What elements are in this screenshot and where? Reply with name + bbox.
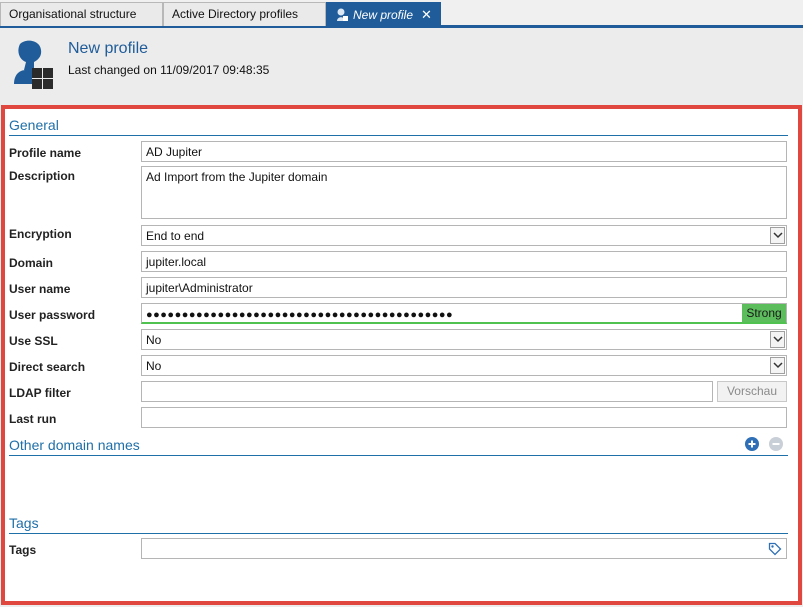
password-strength-badge: Strong — [742, 304, 786, 322]
section-heading: General — [9, 117, 59, 133]
tab-bar: Organisational structure Active Director… — [0, 0, 803, 28]
plus-circle-icon[interactable] — [745, 437, 759, 451]
section-heading: Other domain names — [9, 437, 140, 453]
direct-search-value: No — [146, 359, 162, 373]
tab-label: New profile — [353, 8, 414, 22]
encryption-label: Encryption — [9, 227, 72, 241]
ldap-filter-input[interactable] — [141, 381, 713, 402]
section-heading: Tags — [9, 515, 39, 531]
section-tags: Tags — [9, 513, 788, 534]
last-run-label: Last run — [9, 412, 57, 426]
close-icon[interactable]: ✕ — [421, 7, 432, 22]
user-name-input[interactable]: jupiter\Administrator — [141, 277, 787, 298]
direct-search-label: Direct search — [9, 360, 86, 374]
last-run-input[interactable] — [141, 407, 787, 428]
use-ssl-value: No — [146, 333, 162, 347]
encryption-select[interactable]: End to end — [141, 225, 787, 246]
user-password-label: User password — [9, 308, 96, 322]
encryption-value: End to end — [146, 229, 205, 243]
preview-button[interactable]: Vorschau — [717, 381, 787, 402]
section-other-domain-names: Other domain names — [9, 435, 788, 456]
tab-label: Organisational structure — [9, 7, 137, 21]
domain-input[interactable]: jupiter.local — [141, 251, 787, 272]
use-ssl-select[interactable]: No — [141, 329, 787, 350]
tab-new-profile[interactable]: New profile ✕ — [326, 2, 441, 27]
password-mask: ●●●●●●●●●●●●●●●●●●●●●●●●●●●●●●●●●●●●●●●●… — [146, 309, 454, 321]
direct-search-select[interactable]: No — [141, 355, 787, 376]
profile-name-input[interactable]: AD Jupiter — [141, 141, 787, 162]
domain-label: Domain — [9, 256, 54, 270]
profile-name-label: Profile name — [9, 146, 82, 160]
page-title: New profile — [68, 40, 149, 57]
minus-circle-icon[interactable] — [769, 437, 783, 451]
ad-profile-icon — [12, 40, 56, 93]
use-ssl-label: Use SSL — [9, 334, 58, 348]
chevron-down-icon[interactable] — [770, 357, 785, 374]
section-general: General — [9, 115, 788, 136]
tab-label: Active Directory profiles — [172, 7, 299, 21]
ldap-filter-label: LDAP filter — [9, 386, 71, 400]
tags-label: Tags — [9, 543, 37, 557]
user-password-input[interactable]: ●●●●●●●●●●●●●●●●●●●●●●●●●●●●●●●●●●●●●●●●… — [141, 303, 787, 324]
tags-input[interactable] — [141, 538, 787, 559]
profile-header: New profile Last changed on 11/09/2017 0… — [0, 28, 803, 104]
tab-active-directory-profiles[interactable]: Active Directory profiles — [163, 2, 326, 26]
profile-form: General Profile name AD Jupiter Descript… — [1, 105, 802, 605]
last-changed-text: Last changed on 11/09/2017 09:48:35 — [68, 63, 270, 77]
description-label: Description — [9, 169, 76, 183]
tab-organisational-structure[interactable]: Organisational structure — [0, 2, 163, 26]
user-name-label: User name — [9, 282, 71, 296]
profile-icon — [335, 8, 349, 25]
tag-icon[interactable] — [768, 542, 782, 558]
description-textarea[interactable]: Ad Import from the Jupiter domain — [141, 166, 787, 219]
chevron-down-icon[interactable] — [770, 331, 785, 348]
chevron-down-icon[interactable] — [770, 227, 785, 244]
